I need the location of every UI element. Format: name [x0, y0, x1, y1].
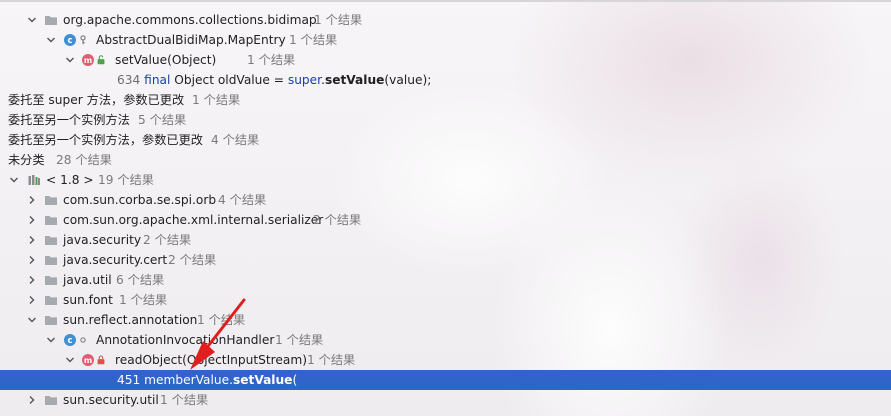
red-annotation-arrow — [190, 298, 246, 370]
